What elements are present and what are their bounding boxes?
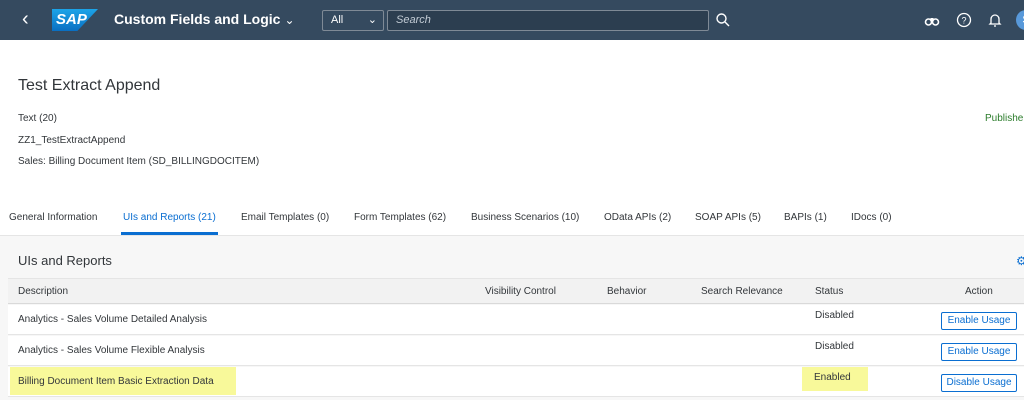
avatar[interactable]: S (1016, 10, 1024, 30)
column-search-relevance: Search Relevance (701, 286, 783, 297)
table-header: Description Visibility Control Behavior … (8, 278, 1024, 304)
tab-idocs[interactable]: IDocs (0) (851, 212, 892, 223)
binoculars-icon[interactable] (924, 12, 940, 28)
tab-general-information[interactable]: General Information (9, 212, 97, 223)
app-title: Custom Fields and Logic (114, 11, 281, 27)
help-icon[interactable]: ? (956, 12, 972, 28)
tab-bapis[interactable]: BAPIs (1) (784, 212, 827, 223)
disable-usage-button[interactable]: Disable Usage (941, 374, 1017, 392)
row-status: Enabled (802, 367, 868, 391)
chevron-down-icon: ⌄ (284, 13, 295, 27)
row-description: Analytics - Sales Volume Flexible Analys… (18, 345, 205, 356)
tab-form-templates[interactable]: Form Templates (62) (354, 212, 446, 223)
column-action: Action (965, 286, 993, 297)
tab-uis-and-reports[interactable]: UIs and Reports (21) (121, 212, 218, 235)
search-scope-value: All (331, 14, 344, 26)
table-row[interactable]: Billing Document Item Basic Extraction D… (8, 367, 1024, 397)
tab-soap-apis[interactable]: SOAP APIs (5) (695, 212, 761, 223)
column-status: Status (815, 286, 844, 297)
column-behavior: Behavior (607, 286, 647, 297)
svg-text:?: ? (961, 16, 966, 26)
tab-bar: General Information UIs and Reports (21)… (0, 200, 1024, 236)
search-icon[interactable] (714, 11, 732, 29)
row-status: Disabled (815, 310, 854, 321)
enable-usage-button[interactable]: Enable Usage (941, 343, 1017, 361)
app-title-menu[interactable]: Custom Fields and Logic ⌄ (114, 11, 295, 27)
search-scope-select[interactable]: All ⌄ (322, 10, 384, 31)
row-description: Analytics - Sales Volume Detailed Analys… (18, 314, 207, 325)
tab-business-scenarios[interactable]: Business Scenarios (10) (471, 212, 579, 223)
column-visibility-control: Visibility Control (485, 286, 556, 297)
row-description: Billing Document Item Basic Extraction D… (10, 367, 236, 395)
page-title: Test Extract Append (18, 77, 161, 94)
column-description: Description (18, 286, 69, 297)
table-row[interactable]: Analytics - Sales Volume Flexible Analys… (8, 336, 1024, 366)
notification-bell-icon[interactable] (987, 12, 1003, 28)
search-input[interactable]: Search (387, 10, 709, 31)
status-badge: Publishe (985, 113, 1024, 124)
settings-icon[interactable]: ⚙ (1016, 254, 1024, 268)
field-type-attribute: Text (20) (18, 113, 57, 124)
field-id-attribute: ZZ1_TestExtractAppend (18, 135, 126, 146)
shell-bar: ‹ SAP Custom Fields and Logic ⌄ All ⌄ Sea… (0, 0, 1024, 40)
row-status: Disabled (815, 341, 854, 352)
business-context-attribute: Sales: Billing Document Item (SD_BILLING… (18, 156, 260, 167)
tab-odata-apis[interactable]: OData APIs (2) (604, 212, 671, 223)
back-icon[interactable]: ‹ (22, 9, 42, 30)
sap-logo[interactable]: SAP (52, 9, 98, 31)
section-title: UIs and Reports (18, 253, 112, 268)
enable-usage-button[interactable]: Enable Usage (941, 312, 1017, 330)
tab-email-templates[interactable]: Email Templates (0) (241, 212, 329, 223)
table-row[interactable]: Analytics - Sales Volume Detailed Analys… (8, 305, 1024, 335)
chevron-down-icon: ⌄ (367, 14, 377, 26)
